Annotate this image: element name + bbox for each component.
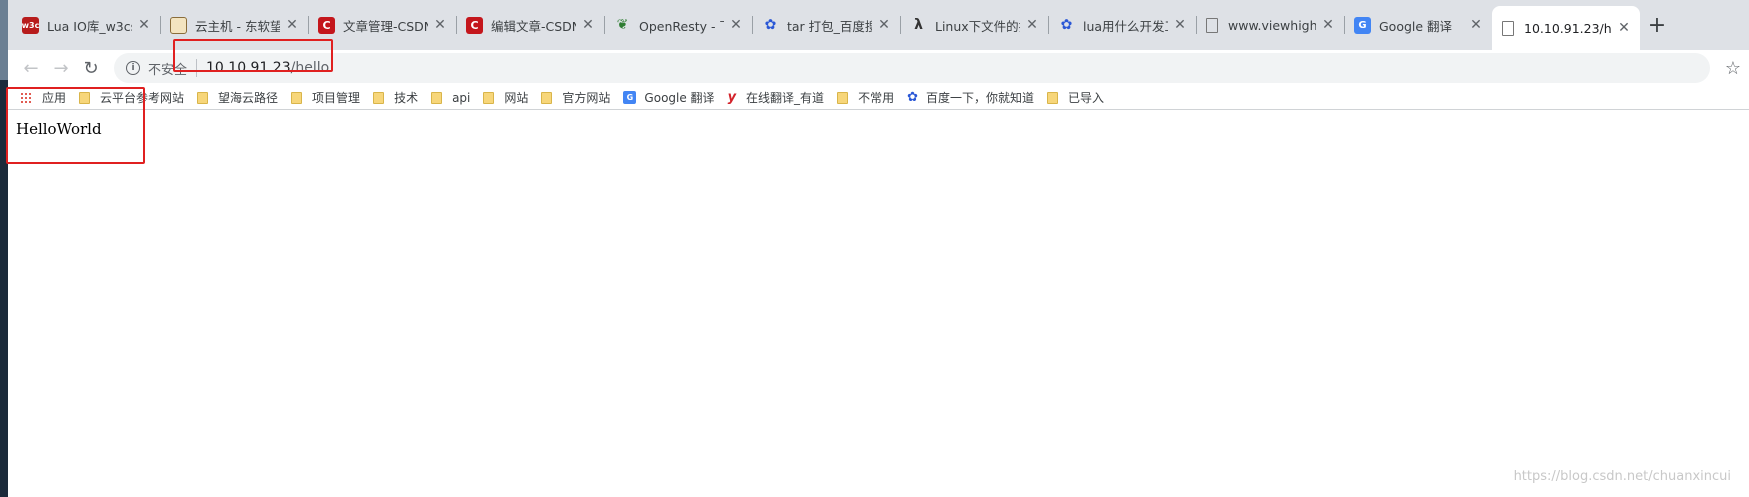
- tab-google-translate[interactable]: G Google 翻译 ✕: [1344, 6, 1492, 44]
- bookmark-label: 在线翻译_有道: [746, 91, 825, 105]
- reload-icon: ↻: [83, 57, 99, 79]
- bookmark-label: 百度一下，你就知道: [925, 91, 1034, 105]
- tab-title: www.viewhigh: [1228, 17, 1316, 33]
- page-content: HelloWorld https://blog.csdn.net/chuanxi…: [8, 110, 1749, 496]
- close-icon[interactable]: ✕: [580, 17, 596, 33]
- close-icon[interactable]: ✕: [284, 17, 300, 33]
- tab-openresty[interactable]: ❦ OpenResty - 下 ✕: [604, 6, 752, 44]
- tab-linux-files[interactable]: λ Linux下文件的打 ✕: [900, 6, 1048, 44]
- close-icon[interactable]: ✕: [1468, 17, 1484, 33]
- bookmarks-bar: 应用 云平台参考网站 望海云路径 项目管理 技术 api 网站 官方网站 G Go…: [8, 86, 1749, 110]
- folder-icon: [373, 91, 385, 104]
- tab-viewhigh[interactable]: www.viewhigh ✕: [1196, 6, 1344, 44]
- tab-title: tar 打包_百度搜: [787, 18, 872, 34]
- folder-icon: [291, 91, 303, 104]
- google-translate-icon: G: [623, 91, 637, 104]
- bookmark-label: 网站: [504, 91, 529, 105]
- plus-icon: +: [1647, 12, 1667, 38]
- bookmark-youdao[interactable]: y 在线翻译_有道: [728, 89, 825, 106]
- folder-icon: [197, 91, 209, 104]
- tab-title: OpenResty - 下: [639, 18, 724, 34]
- document-icon: [1206, 17, 1218, 33]
- desktop-edge: [0, 0, 8, 497]
- new-tab-button[interactable]: +: [1640, 6, 1674, 44]
- folder-icon: [837, 91, 849, 104]
- tab-title: lua用什么开发工: [1083, 18, 1168, 34]
- bookmark-folder-rare[interactable]: 不常用: [837, 89, 894, 106]
- bookmark-google-translate[interactable]: G Google 翻译: [623, 89, 715, 106]
- bookmark-baidu[interactable]: ✿ 百度一下，你就知道: [907, 89, 1034, 106]
- info-icon[interactable]: i: [126, 61, 140, 75]
- close-icon[interactable]: ✕: [432, 17, 448, 33]
- url-highlight-box: [173, 39, 333, 72]
- bookmark-label: 不常用: [858, 91, 895, 105]
- close-icon[interactable]: ✕: [1616, 20, 1632, 36]
- tab-title: 10.10.91.23/he: [1524, 20, 1612, 36]
- baidu-paw-icon: ✿: [907, 90, 918, 105]
- close-icon[interactable]: ✕: [876, 17, 892, 33]
- tab-title: Lua IO库_w3csc: [47, 18, 132, 34]
- csdn-icon: C: [318, 16, 335, 34]
- document-icon: [1502, 20, 1514, 36]
- lambda-icon: λ: [914, 17, 923, 33]
- bookmark-folder-project[interactable]: 项目管理: [291, 89, 360, 106]
- close-icon[interactable]: ✕: [1320, 17, 1336, 33]
- star-icon[interactable]: ☆: [1725, 58, 1741, 79]
- google-translate-icon: G: [1354, 16, 1371, 34]
- browser-window: w3c Lua IO库_w3csc ✕ 云主机 - 东软望 ✕ C 文章管理-C…: [8, 0, 1749, 497]
- tab-title: 文章管理-CSDN: [343, 18, 428, 34]
- folder-icon: [431, 91, 443, 104]
- address-bar[interactable]: i 不安全 10.10.91.23/hello: [114, 53, 1710, 83]
- bookmark-label: 技术: [394, 91, 419, 105]
- close-icon[interactable]: ✕: [1024, 17, 1040, 33]
- arrow-left-icon: ←: [23, 57, 39, 79]
- tab-title: 云主机 - 东软望: [195, 18, 280, 34]
- bookmark-label: api: [452, 90, 471, 105]
- bookmark-label: 望海云路径: [218, 91, 279, 105]
- folder-icon: [483, 91, 495, 104]
- arrow-right-icon: →: [53, 57, 69, 79]
- tab-title: Google 翻译: [1379, 18, 1453, 34]
- bookmark-label: 官方网站: [562, 91, 611, 105]
- bookmark-folder-sites[interactable]: 网站: [483, 89, 528, 106]
- tab-title: Linux下文件的打: [935, 18, 1020, 34]
- baidu-paw-icon: ✿: [1060, 17, 1073, 33]
- tab-baidu-tar[interactable]: ✿ tar 打包_百度搜 ✕: [752, 6, 900, 44]
- bookmark-folder-api[interactable]: api: [431, 91, 470, 105]
- bookmark-folder-wanghai[interactable]: 望海云路径: [197, 89, 278, 106]
- tab-title: 编辑文章-CSDN: [491, 18, 576, 34]
- close-icon[interactable]: ✕: [1172, 17, 1188, 33]
- bookmark-folder-imported[interactable]: 已导入: [1047, 89, 1104, 106]
- bookmark-label: 已导入: [1068, 91, 1105, 105]
- baidu-paw-icon: ✿: [764, 17, 777, 33]
- watermark-text: https://blog.csdn.net/chuanxincui: [1513, 469, 1731, 484]
- bookmark-label: 项目管理: [312, 91, 361, 105]
- forward-button[interactable]: →: [46, 53, 76, 83]
- back-button[interactable]: ←: [16, 53, 46, 83]
- reload-button[interactable]: ↻: [76, 53, 106, 83]
- desktop-edge-top: [0, 0, 8, 80]
- bird-icon: ❦: [616, 17, 629, 33]
- cloud-host-icon: [170, 16, 187, 34]
- tab-csdn-edit-article[interactable]: C 编辑文章-CSDN ✕: [456, 6, 604, 44]
- close-icon[interactable]: ✕: [136, 17, 152, 33]
- tab-hello-active[interactable]: 10.10.91.23/he ✕: [1492, 6, 1640, 50]
- close-icon[interactable]: ✕: [728, 17, 744, 33]
- youdao-icon: y: [727, 90, 737, 105]
- w3c-icon: w3c: [22, 16, 39, 34]
- tab-lua-io[interactable]: w3c Lua IO库_w3csc ✕: [12, 6, 160, 44]
- bookmark-folder-official[interactable]: 官方网站: [541, 89, 610, 106]
- bookmark-label: Google 翻译: [644, 91, 715, 105]
- folder-icon: [1047, 91, 1058, 104]
- tab-baidu-lua-tools[interactable]: ✿ lua用什么开发工 ✕: [1048, 6, 1196, 44]
- folder-icon: [541, 91, 553, 104]
- content-highlight-box: [6, 87, 145, 164]
- csdn-icon: C: [466, 16, 483, 34]
- bookmark-folder-tech[interactable]: 技术: [373, 89, 418, 106]
